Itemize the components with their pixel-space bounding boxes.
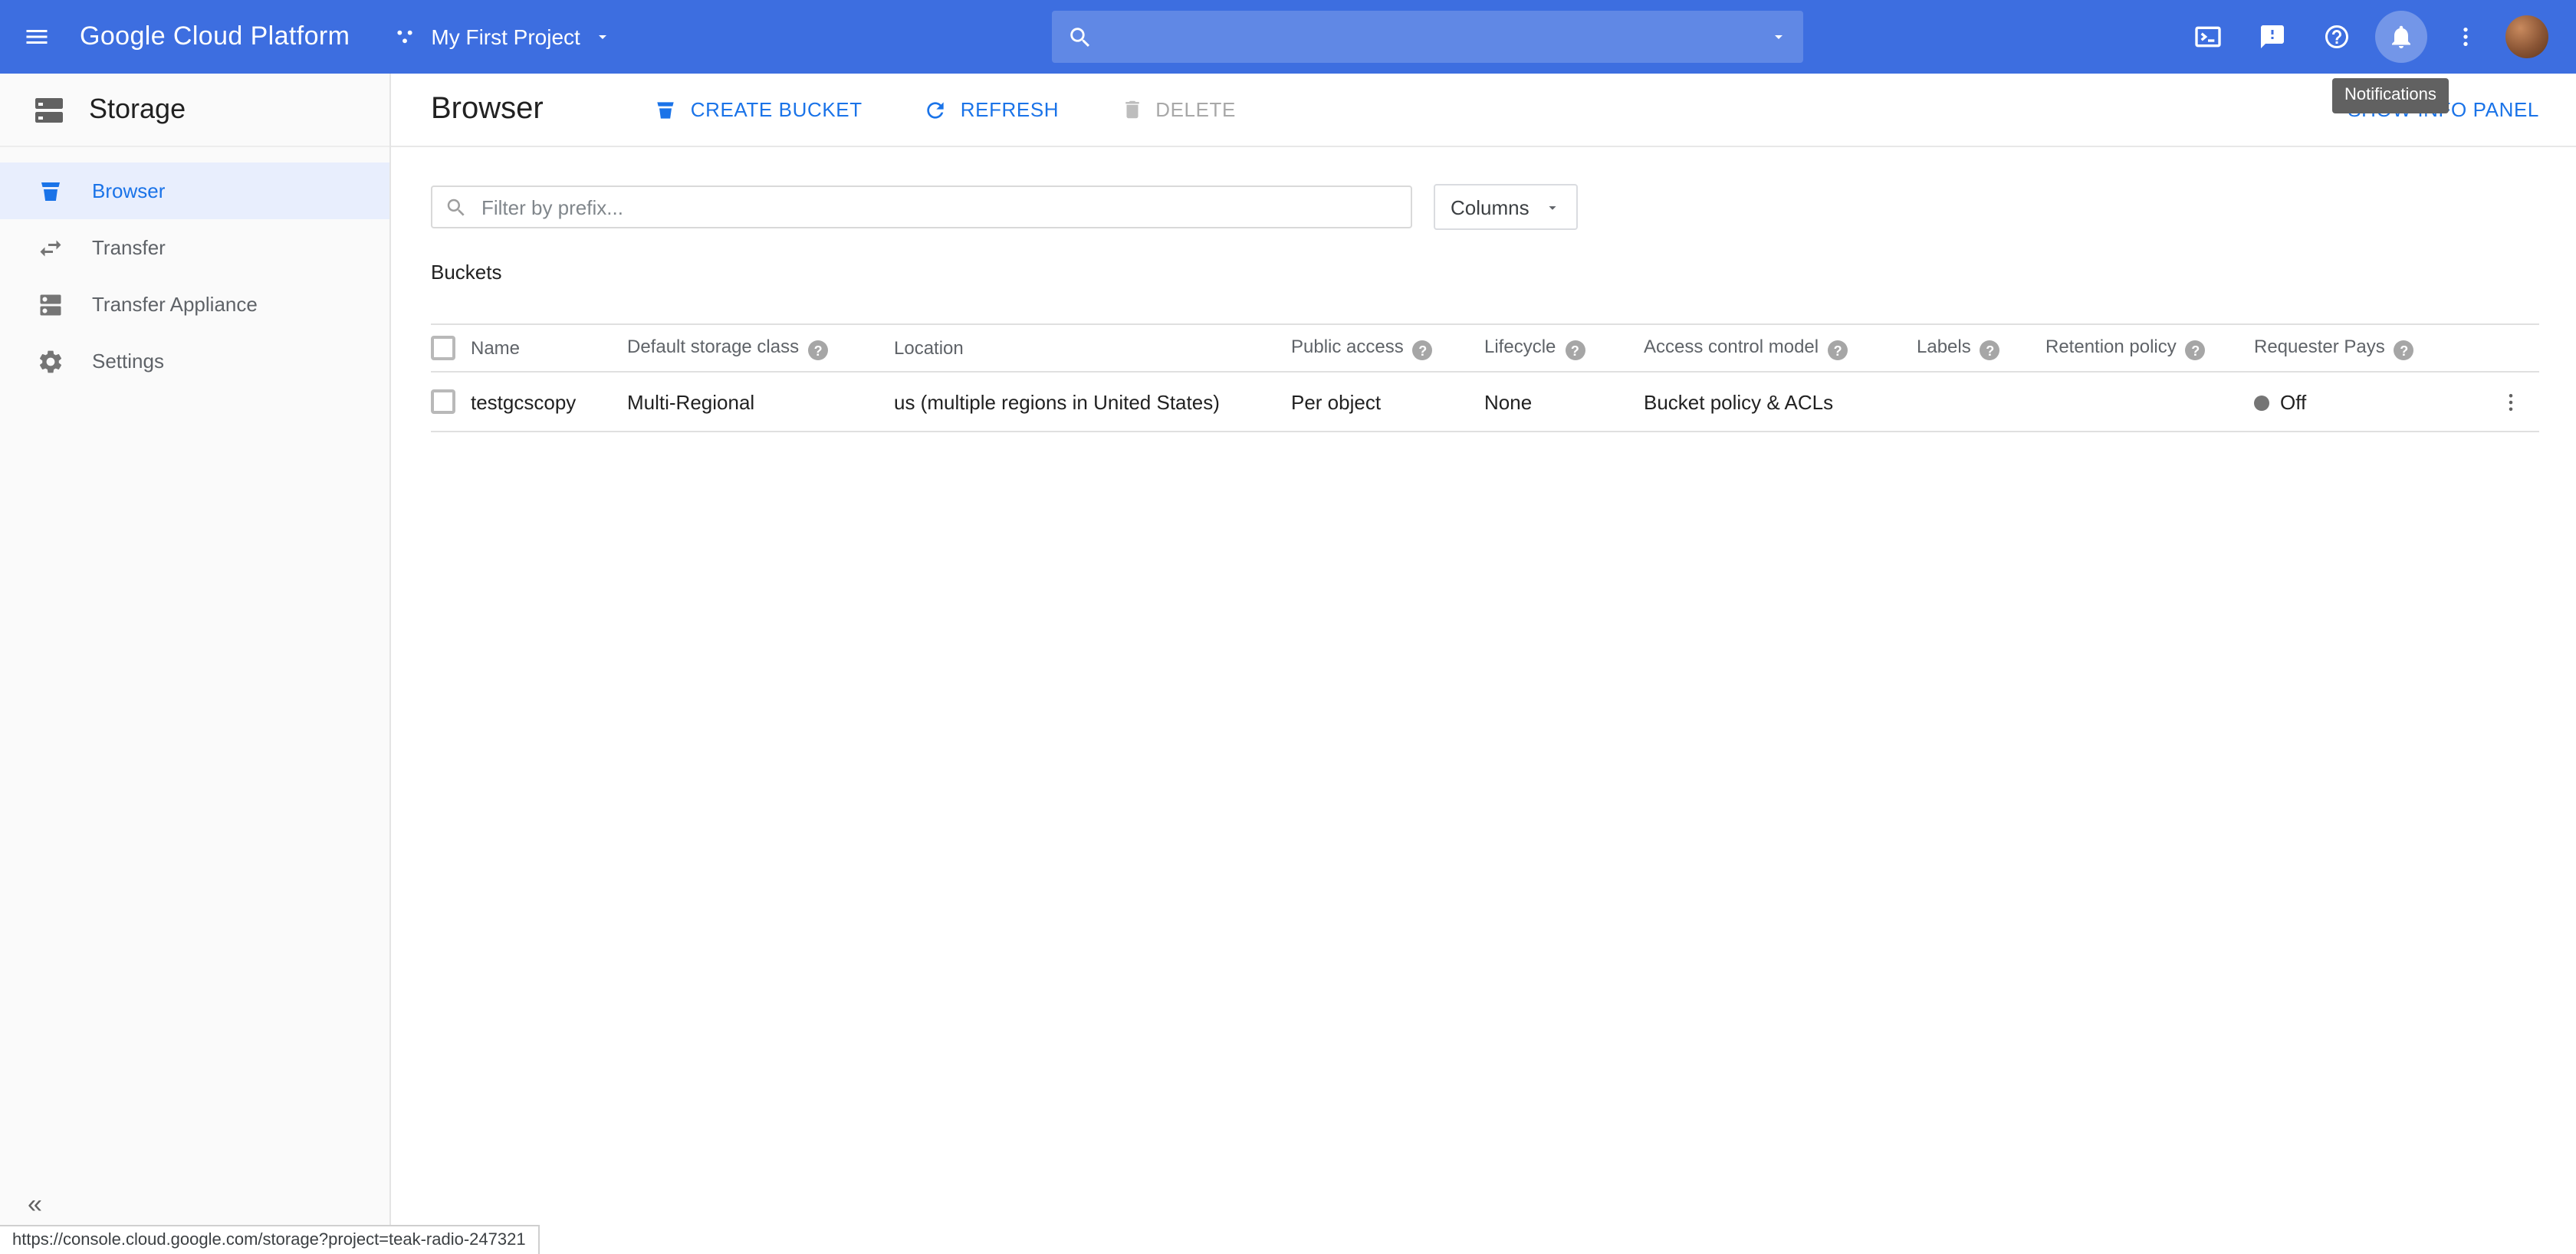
help-icon[interactable]: ?: [1413, 341, 1433, 361]
gcp-console: Google Cloud Platform My First Project: [0, 0, 2576, 1254]
search-options-chevron-icon[interactable]: [1769, 28, 1788, 46]
filter-by-prefix-input[interactable]: [478, 194, 1398, 220]
sidebar-item-settings[interactable]: Settings: [0, 333, 389, 389]
refresh-button[interactable]: REFRESH: [924, 97, 1059, 122]
user-avatar[interactable]: [2505, 15, 2548, 58]
col-retention-policy[interactable]: Retention policy?: [2045, 324, 2254, 372]
search-icon: [1067, 24, 1093, 50]
storage-product-icon: [31, 91, 67, 128]
col-name[interactable]: Name: [471, 324, 627, 372]
transfer-arrows-icon: [37, 234, 64, 261]
trash-icon: [1120, 98, 1143, 121]
sidebar-item-label: Transfer Appliance: [92, 293, 258, 316]
project-name: My First Project: [431, 25, 580, 49]
sidebar-nav: Browser Transfer Transfer Appliance Sett…: [0, 162, 389, 389]
col-public-access[interactable]: Public access?: [1291, 324, 1484, 372]
public-access-cell: Per object: [1291, 372, 1484, 432]
action-bar: Browser CREATE BUCKET REFRESH DELETE SHO…: [391, 74, 2576, 147]
topbar-actions: [2177, 0, 2576, 74]
columns-dropdown[interactable]: Columns: [1434, 184, 1579, 230]
notifications-bell-icon[interactable]: [2371, 0, 2432, 74]
sidebar-header: Storage: [0, 74, 389, 147]
project-icon: [393, 25, 417, 49]
sidebar-item-browser[interactable]: Browser: [0, 162, 389, 219]
col-default-storage-class[interactable]: Default storage class?: [627, 324, 894, 372]
cloud-shell-icon[interactable]: [2177, 0, 2239, 74]
select-all-checkbox[interactable]: [431, 336, 455, 360]
refresh-icon: [924, 97, 948, 122]
col-labels[interactable]: Labels?: [1917, 324, 2045, 372]
lifecycle-cell: None: [1484, 372, 1644, 432]
delete-button[interactable]: DELETE: [1120, 98, 1236, 121]
top-bar: Google Cloud Platform My First Project: [0, 0, 2576, 74]
sidebar-item-transfer[interactable]: Transfer: [0, 219, 389, 276]
create-bucket-icon: [654, 97, 678, 122]
col-lifecycle[interactable]: Lifecycle?: [1484, 324, 1644, 372]
product-logo[interactable]: Google Cloud Platform: [80, 21, 350, 52]
buckets-table: Name Default storage class? Location Pub…: [431, 323, 2539, 432]
gear-icon: [37, 347, 64, 375]
sidebar-item-transfer-appliance[interactable]: Transfer Appliance: [0, 276, 389, 333]
help-icon[interactable]: [2306, 0, 2367, 74]
help-icon[interactable]: ?: [1828, 341, 1848, 361]
more-options-icon[interactable]: [2435, 0, 2496, 74]
project-selector[interactable]: My First Project: [393, 25, 612, 49]
buckets-section-label: Buckets: [431, 261, 2576, 284]
filter-search-icon: [445, 195, 468, 218]
chevron-down-icon: [1545, 199, 1562, 215]
sidebar-item-label: Transfer: [92, 236, 166, 259]
table-row: testgcscopy Multi-Regional us (multiple …: [431, 372, 2539, 432]
row-checkbox[interactable]: [431, 390, 455, 415]
table-header-row: Name Default storage class? Location Pub…: [431, 324, 2539, 372]
sidebar-collapse-icon[interactable]: «: [28, 1191, 42, 1217]
labels-cell: [1917, 372, 2045, 432]
global-search[interactable]: [1052, 11, 1803, 63]
hamburger-menu-icon[interactable]: [0, 0, 74, 74]
help-icon[interactable]: ?: [2186, 341, 2206, 361]
appliance-server-icon: [37, 291, 64, 318]
location-cell: us (multiple regions in United States): [894, 372, 1291, 432]
notifications-tooltip: Notifications: [2332, 78, 2449, 113]
status-bar-url: https://console.cloud.google.com/storage…: [0, 1225, 540, 1254]
help-icon[interactable]: ?: [1565, 341, 1585, 361]
help-icon[interactable]: ?: [808, 341, 828, 361]
help-icon[interactable]: ?: [1980, 341, 2000, 361]
col-location[interactable]: Location: [894, 324, 1291, 372]
sidebar-item-label: Settings: [92, 350, 164, 373]
filter-box[interactable]: [431, 185, 1412, 228]
chevron-down-icon: [594, 28, 613, 46]
storage-class-cell: Multi-Regional: [627, 372, 894, 432]
create-bucket-button[interactable]: CREATE BUCKET: [654, 97, 863, 122]
filter-toolbar: Columns: [391, 147, 2576, 230]
help-icon[interactable]: ?: [2394, 341, 2414, 361]
search-input[interactable]: [1106, 23, 1757, 51]
bucket-icon: [37, 177, 64, 205]
col-access-control-model[interactable]: Access control model?: [1644, 324, 1917, 372]
requester-pays-off-dot: [2254, 395, 2269, 410]
sidebar-title: Storage: [89, 94, 186, 126]
main-content: Browser CREATE BUCKET REFRESH DELETE SHO…: [391, 74, 2576, 1254]
page-title: Browser: [431, 92, 544, 127]
access-control-cell: Bucket policy & ACLs: [1644, 372, 1917, 432]
retention-policy-cell: [2045, 372, 2254, 432]
sidebar: Storage Browser Transfer Transfer Applia…: [0, 74, 391, 1254]
sidebar-item-label: Browser: [92, 179, 165, 202]
requester-pays-cell: Off: [2254, 372, 2499, 432]
feedback-icon[interactable]: [2242, 0, 2303, 74]
row-more-options-icon[interactable]: [2499, 390, 2522, 413]
bucket-name-cell[interactable]: testgcscopy: [471, 372, 627, 432]
col-requester-pays[interactable]: Requester Pays?: [2254, 324, 2499, 372]
